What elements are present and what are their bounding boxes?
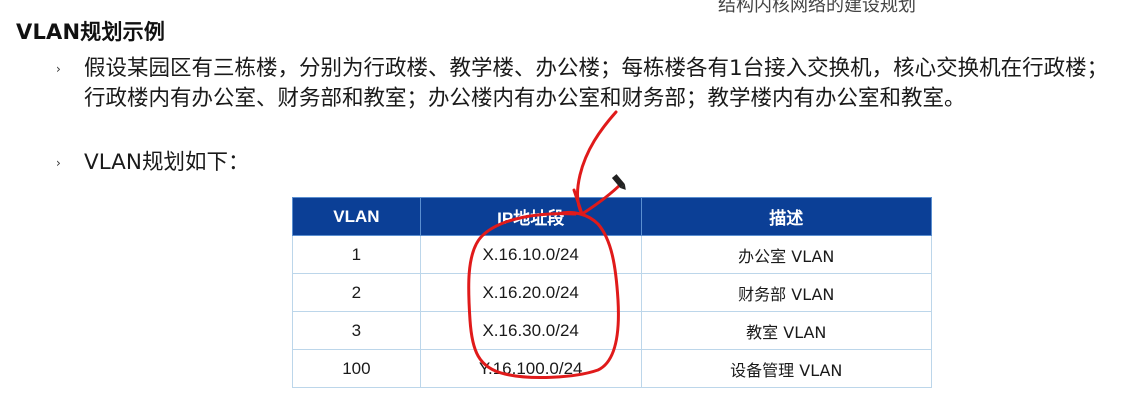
bullet-text-2: VLAN规划如下： [84, 150, 250, 175]
table-header-row: VLAN IP地址段 描述 [292, 197, 933, 236]
cell-vlan-id: 1 [292, 235, 421, 274]
cell-description: 财务部 VLAN [640, 273, 933, 312]
pen-cursor-icon [611, 174, 626, 190]
cropped-heading-fragment: 结构内核网络的建设规划 [718, 0, 916, 16]
bullet-marker-2: › [56, 156, 61, 170]
cell-description: 教室 VLAN [640, 311, 933, 350]
header-ip-range: IP地址段 [419, 197, 642, 236]
table-row: 3 X.16.30.0/24 教室 VLAN [292, 311, 933, 350]
bullet-marker-1: › [56, 62, 61, 76]
cell-description: 设备管理 VLAN [640, 349, 933, 388]
cell-vlan-id: 2 [292, 273, 421, 312]
bullet-text-1: 假设某园区有三栋楼，分别为行政楼、教学楼、办公楼；每栋楼各有1台接入交换机，核心… [84, 56, 1109, 111]
vlan-plan-table: VLAN IP地址段 描述 1 X.16.10.0/24 办公室 VLAN 2 … [292, 197, 933, 388]
cell-ip-range: X.16.20.0/24 [419, 273, 642, 312]
header-vlan: VLAN [292, 197, 421, 236]
cell-description: 办公室 VLAN [640, 235, 933, 274]
cell-vlan-id: 100 [292, 349, 421, 388]
table-row: 2 X.16.20.0/24 财务部 VLAN [292, 273, 933, 312]
cell-ip-range: Y.16.100.0/24 [419, 349, 642, 388]
cell-ip-range: X.16.30.0/24 [419, 311, 642, 350]
header-description: 描述 [640, 197, 933, 236]
cell-vlan-id: 3 [292, 311, 421, 350]
slide-title: VLAN规划示例 [16, 20, 166, 44]
table-row: 1 X.16.10.0/24 办公室 VLAN [292, 235, 933, 274]
slide: 结构内核网络的建设规划 VLAN规划示例 › 假设某园区有三栋楼，分别为行政楼、… [0, 0, 1134, 404]
cell-ip-range: X.16.10.0/24 [419, 235, 642, 274]
table-row: 100 Y.16.100.0/24 设备管理 VLAN [292, 349, 933, 388]
